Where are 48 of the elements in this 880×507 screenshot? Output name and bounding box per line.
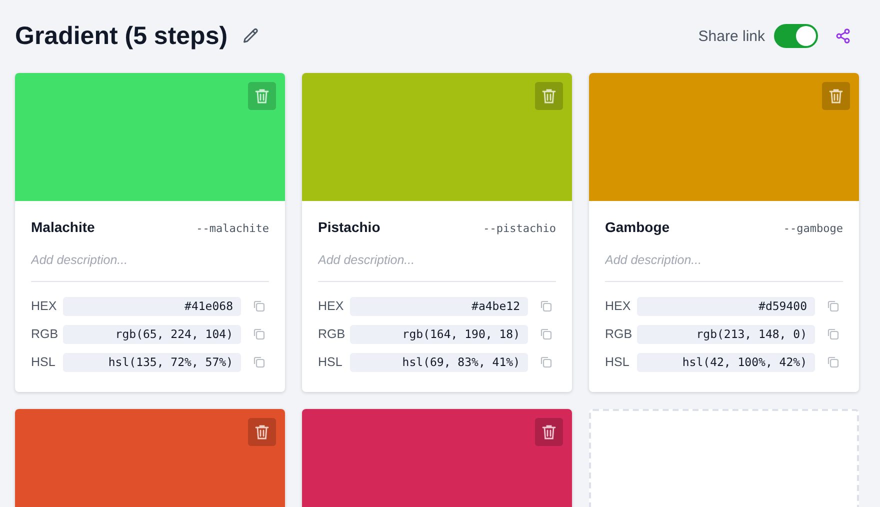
trash-icon xyxy=(829,88,843,104)
color-value: rgb(65, 224, 104) xyxy=(63,324,241,344)
format-label: HSL xyxy=(31,355,56,369)
trash-icon xyxy=(542,424,556,440)
format-label: RGB xyxy=(31,327,60,341)
color-value: hsl(69, 83%, 41%) xyxy=(350,352,528,372)
share-link-label: Share link xyxy=(698,28,765,44)
color-value: hsl(42, 100%, 42%) xyxy=(637,352,815,372)
color-value: #d59400 xyxy=(637,296,815,316)
color-name: Pistachio xyxy=(318,219,380,235)
format-label: RGB xyxy=(318,327,346,341)
delete-button[interactable] xyxy=(535,82,563,110)
format-label: HSL xyxy=(318,355,344,369)
color-value: hsl(135, 72%, 57%) xyxy=(63,352,241,372)
delete-button[interactable] xyxy=(822,82,850,110)
copy-icon[interactable] xyxy=(540,356,552,368)
format-label: HEX xyxy=(31,299,58,313)
color-name: Malachite xyxy=(31,219,95,235)
trash-icon xyxy=(255,88,269,104)
copy-icon[interactable] xyxy=(540,300,552,312)
color-value: rgb(164, 190, 18) xyxy=(350,324,528,344)
css-variable: --pistachio xyxy=(483,222,556,235)
format-label: HSL xyxy=(605,355,630,369)
copy-icon[interactable] xyxy=(540,328,552,340)
color-value: #a4be12 xyxy=(350,296,528,316)
css-variable: --gamboge xyxy=(783,222,843,235)
copy-icon[interactable] xyxy=(827,328,839,340)
copy-icon[interactable] xyxy=(253,300,265,312)
delete-button[interactable] xyxy=(248,82,276,110)
page-title: Gradient (5 steps) xyxy=(15,22,228,50)
copy-icon[interactable] xyxy=(253,356,265,368)
color-value: #41e068 xyxy=(63,296,241,316)
copy-icon[interactable] xyxy=(827,300,839,312)
share-link-toggle[interactable] xyxy=(774,24,818,48)
format-label: RGB xyxy=(605,327,634,341)
copy-icon[interactable] xyxy=(253,328,265,340)
copy-icon[interactable] xyxy=(827,356,839,368)
format-label: HEX xyxy=(318,299,345,313)
trash-icon xyxy=(255,424,269,440)
format-label: HEX xyxy=(605,299,632,313)
edit-icon[interactable] xyxy=(242,27,260,45)
trash-icon xyxy=(542,88,556,104)
share-icon[interactable] xyxy=(835,28,851,44)
css-variable: --malachite xyxy=(196,222,269,235)
color-name: Gamboge xyxy=(605,219,670,235)
color-value: rgb(213, 148, 0) xyxy=(637,324,815,344)
delete-button[interactable] xyxy=(248,418,276,446)
delete-button[interactable] xyxy=(535,418,563,446)
